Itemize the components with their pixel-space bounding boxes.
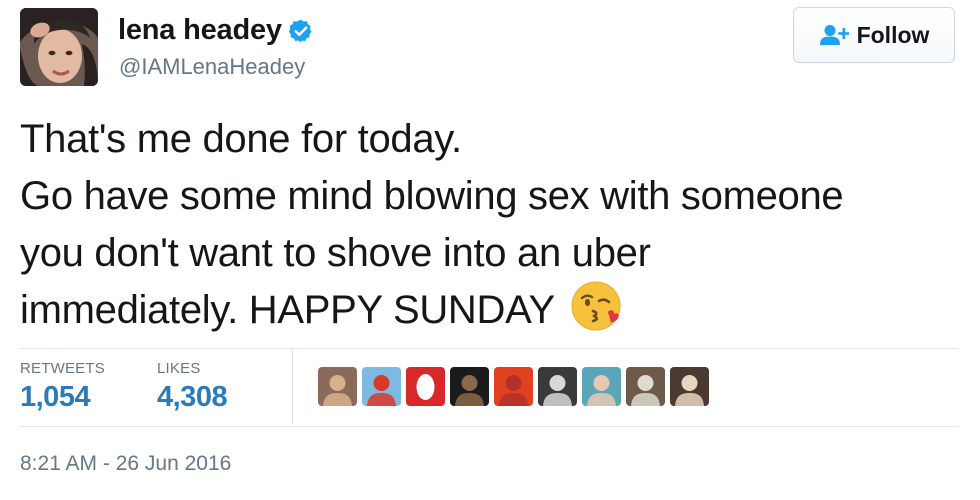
retweets-label: RETWEETS <box>20 360 105 377</box>
tweet-line: That's me done for today. <box>20 117 462 161</box>
tweet-timestamp[interactable]: 8:21 AM - 26 Jun 2016 <box>20 452 231 476</box>
tweet-line: you don't want to shove into an uber <box>20 231 651 275</box>
liker-avatar-8[interactable] <box>626 367 665 406</box>
avatar-thumbnail <box>538 367 577 406</box>
likes-label: LIKES <box>157 360 201 377</box>
profile-photo <box>20 8 98 86</box>
liker-avatar-7[interactable] <box>582 367 621 406</box>
liker-avatar-1[interactable] <box>318 367 357 406</box>
face-throwing-kiss-emoji <box>571 281 621 331</box>
liker-avatar-2[interactable] <box>362 367 401 406</box>
verified-badge-icon <box>288 19 312 42</box>
liker-avatar-5[interactable] <box>494 367 533 406</box>
stats-bottom-divider <box>20 426 958 427</box>
author-avatar[interactable] <box>20 8 98 86</box>
stats-separator <box>292 349 293 425</box>
likes-count: 4,308 <box>157 381 228 413</box>
avatar-thumbnail <box>362 367 401 406</box>
liker-avatar-4[interactable] <box>450 367 489 406</box>
author-display-name[interactable]: lena headey <box>118 14 282 47</box>
avatar-thumbnail <box>582 367 621 406</box>
liker-avatar-9[interactable] <box>670 367 709 406</box>
tweet-line: immediately. HAPPY SUNDAY <box>20 288 555 332</box>
avatar-thumbnail <box>450 367 489 406</box>
retweets-stat[interactable]: RETWEETS 1,054 <box>20 360 105 414</box>
tweet-line-last: immediately. HAPPY SUNDAY <box>20 281 960 339</box>
avatar-thumbnail <box>406 367 445 406</box>
stats-top-divider <box>20 348 958 349</box>
add-user-icon <box>819 25 849 45</box>
likes-stat[interactable]: LIKES 4,308 <box>157 360 228 414</box>
retweets-count: 1,054 <box>20 381 91 413</box>
avatar-thumbnail <box>626 367 665 406</box>
author-name-row: lena headey <box>118 14 314 47</box>
follow-button[interactable]: Follow <box>793 7 955 63</box>
tweet-text: That's me done for today. Go have some m… <box>20 111 960 339</box>
liker-avatar-6[interactable] <box>538 367 577 406</box>
likers-avatar-list <box>318 367 709 406</box>
liker-avatar-3[interactable] <box>406 367 445 406</box>
avatar-thumbnail <box>494 367 533 406</box>
follow-label: Follow <box>856 21 930 48</box>
avatar-thumbnail <box>670 367 709 406</box>
avatar-thumbnail <box>318 367 357 406</box>
author-handle[interactable]: @IAMLenaHeadey <box>119 54 305 80</box>
tweet-line: Go have some mind blowing sex with someo… <box>20 174 844 218</box>
